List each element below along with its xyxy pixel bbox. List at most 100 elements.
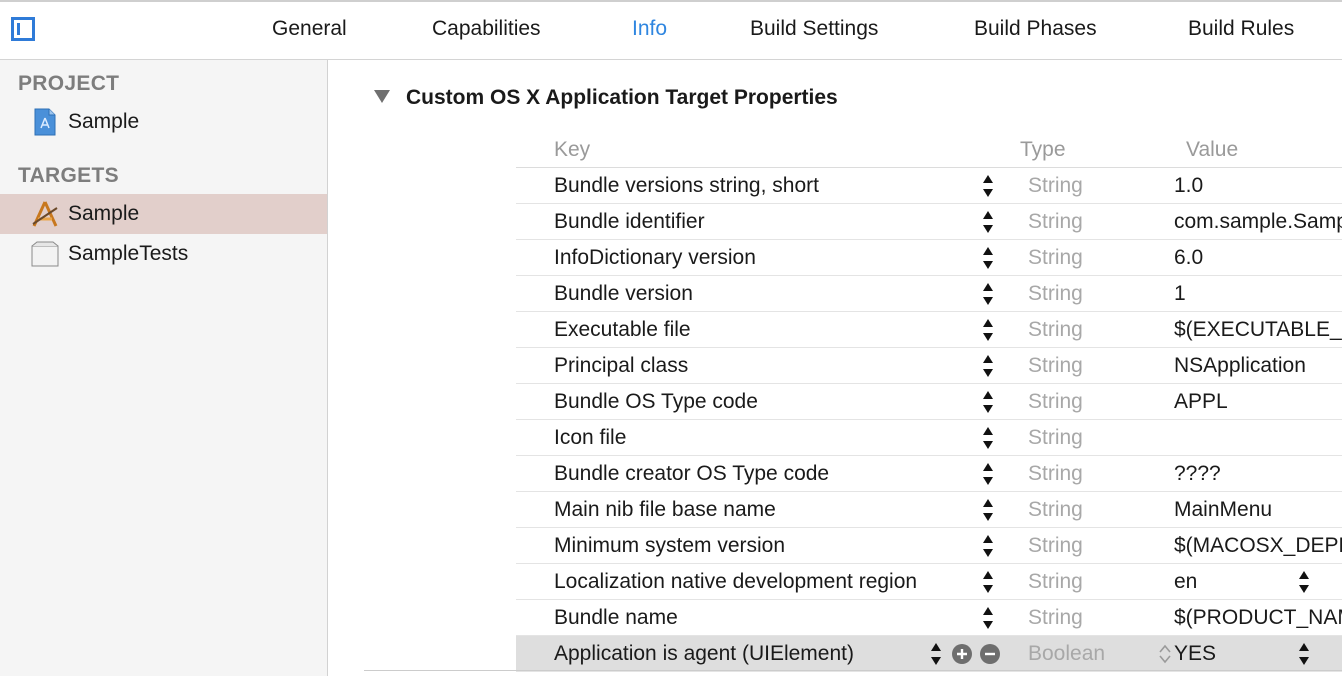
table-row[interactable]: Icon file String: [516, 420, 1342, 456]
key-stepper-icon[interactable]: [982, 424, 994, 452]
project-navigator-sidebar: PROJECT Sample TARGETS Sample SampleTest…: [0, 60, 328, 676]
add-row-icon[interactable]: [952, 644, 972, 664]
key-stepper-icon[interactable]: [982, 280, 994, 308]
application-target-icon: [30, 199, 60, 229]
row-key[interactable]: Main nib file base name: [554, 498, 776, 522]
key-stepper-icon[interactable]: [982, 244, 994, 272]
sidebar-item-label: SampleTests: [68, 242, 189, 265]
key-stepper-icon[interactable]: [982, 208, 994, 236]
table-row[interactable]: Localization native development region St…: [516, 564, 1342, 600]
targets-section-header: TARGETS: [18, 164, 119, 187]
row-key[interactable]: Executable file: [554, 318, 691, 342]
sidebar-item-target-sample[interactable]: Sample: [0, 194, 327, 234]
row-key[interactable]: Principal class: [554, 354, 688, 378]
key-stepper-icon[interactable]: [982, 316, 994, 344]
row-value[interactable]: $(EXECUTABLE_NAME): [1174, 318, 1342, 342]
key-stepper-icon[interactable]: [982, 352, 994, 380]
tab-build-rules[interactable]: Build Rules: [1188, 17, 1294, 41]
row-key[interactable]: Bundle OS Type code: [554, 390, 758, 414]
table-row[interactable]: Bundle OS Type code String APPL: [516, 384, 1342, 420]
row-type[interactable]: String: [1028, 570, 1083, 594]
test-bundle-icon: [30, 239, 60, 269]
value-popup-stepper-icon[interactable]: [1298, 640, 1310, 668]
column-header-type[interactable]: Type: [1020, 138, 1066, 162]
row-value[interactable]: $(MACOSX_DEPLOYMENT_TARGET): [1174, 534, 1342, 558]
row-key[interactable]: Bundle name: [554, 606, 678, 630]
row-value[interactable]: en: [1174, 570, 1342, 594]
row-key[interactable]: Application is agent (UIElement): [554, 642, 854, 666]
key-stepper-icon[interactable]: [982, 172, 994, 200]
row-key[interactable]: Localization native development region: [554, 570, 917, 594]
key-stepper-icon[interactable]: [982, 568, 994, 596]
row-type[interactable]: String: [1028, 390, 1083, 414]
row-key[interactable]: Bundle versions string, short: [554, 174, 819, 198]
type-popup-chevron-icon[interactable]: [1158, 642, 1171, 670]
row-value[interactable]: MainMenu: [1174, 498, 1342, 522]
row-type[interactable]: String: [1028, 318, 1083, 342]
row-value[interactable]: ????: [1174, 462, 1342, 486]
tab-info[interactable]: Info: [632, 17, 667, 41]
row-type[interactable]: Boolean: [1028, 642, 1105, 666]
key-stepper-icon[interactable]: [982, 388, 994, 416]
key-stepper-icon[interactable]: [982, 496, 994, 524]
row-type[interactable]: String: [1028, 426, 1083, 450]
row-key[interactable]: InfoDictionary version: [554, 246, 756, 270]
table-row[interactable]: Bundle identifier String com.sample.Sample: [516, 204, 1342, 240]
table-header: Key Type Value: [516, 132, 1342, 168]
row-type[interactable]: String: [1028, 246, 1083, 270]
tab-build-phases[interactable]: Build Phases: [974, 17, 1097, 41]
table-row[interactable]: Bundle version String 1: [516, 276, 1342, 312]
row-value[interactable]: 1: [1174, 282, 1342, 306]
value-popup-stepper-icon[interactable]: [1298, 568, 1310, 596]
row-key[interactable]: Bundle identifier: [554, 210, 705, 234]
row-value[interactable]: APPL: [1174, 390, 1342, 414]
table-row[interactable]: Application is agent (UIElement) Boolean Y…: [516, 636, 1342, 672]
tab-build-settings[interactable]: Build Settings: [750, 17, 878, 41]
sidebar-item-project-sample[interactable]: Sample: [0, 102, 327, 142]
table-row[interactable]: Minimum system version String $(MACOSX_DEP…: [516, 528, 1342, 564]
row-value[interactable]: 6.0: [1174, 246, 1342, 270]
row-key[interactable]: Bundle version: [554, 282, 693, 306]
row-type[interactable]: String: [1028, 462, 1083, 486]
sidebar-item-target-sampletests[interactable]: SampleTests: [0, 234, 327, 274]
row-key[interactable]: Bundle creator OS Type code: [554, 462, 829, 486]
row-value[interactable]: com.sample.Sample: [1174, 210, 1342, 234]
editor-tab-bar: General Capabilities Info Build Settings…: [0, 0, 1342, 60]
row-key[interactable]: Minimum system version: [554, 534, 785, 558]
info-editor: Custom OS X Application Target Propertie…: [328, 60, 1342, 676]
row-type[interactable]: String: [1028, 498, 1083, 522]
row-type[interactable]: String: [1028, 282, 1083, 306]
key-stepper-icon[interactable]: [930, 640, 942, 668]
table-row[interactable]: Main nib file base name String MainMenu: [516, 492, 1342, 528]
row-type[interactable]: String: [1028, 210, 1083, 234]
tab-general[interactable]: General: [272, 17, 347, 41]
properties-table: Key Type Value Bundle versions string, s…: [516, 132, 1342, 672]
table-row[interactable]: Bundle creator OS Type code String????: [516, 456, 1342, 492]
section-disclosure-triangle-icon[interactable]: [374, 90, 390, 103]
row-type[interactable]: String: [1028, 606, 1083, 630]
table-row[interactable]: Principal class String NSApplication: [516, 348, 1342, 384]
key-stepper-icon[interactable]: [982, 532, 994, 560]
row-type[interactable]: String: [1028, 354, 1083, 378]
top-divider: [0, 0, 1342, 2]
column-header-value[interactable]: Value: [1186, 138, 1238, 162]
table-row[interactable]: Bundle versions string, short String 1.0: [516, 168, 1342, 204]
row-value[interactable]: $(PRODUCT_NAME): [1174, 606, 1342, 630]
key-stepper-icon[interactable]: [982, 604, 994, 632]
tab-capabilities[interactable]: Capabilities: [432, 17, 541, 41]
remove-row-icon[interactable]: [980, 644, 1000, 664]
row-value[interactable]: YES: [1174, 642, 1342, 666]
table-row[interactable]: Executable file String $(EXECUTABLE_NAME): [516, 312, 1342, 348]
row-value[interactable]: 1.0: [1174, 174, 1342, 198]
sidebar-item-label: Sample: [68, 202, 140, 225]
row-value[interactable]: NSApplication: [1174, 354, 1342, 378]
table-row[interactable]: Bundle name String $(PRODUCT_NAME): [516, 600, 1342, 636]
key-stepper-icon[interactable]: [982, 460, 994, 488]
table-row[interactable]: InfoDictionary version String 6.0: [516, 240, 1342, 276]
row-type[interactable]: String: [1028, 174, 1083, 198]
project-file-icon: [30, 107, 60, 137]
column-header-key[interactable]: Key: [554, 138, 590, 162]
row-key[interactable]: Icon file: [554, 426, 626, 450]
sidebar-toggle-icon[interactable]: [11, 17, 35, 41]
row-type[interactable]: String: [1028, 534, 1083, 558]
